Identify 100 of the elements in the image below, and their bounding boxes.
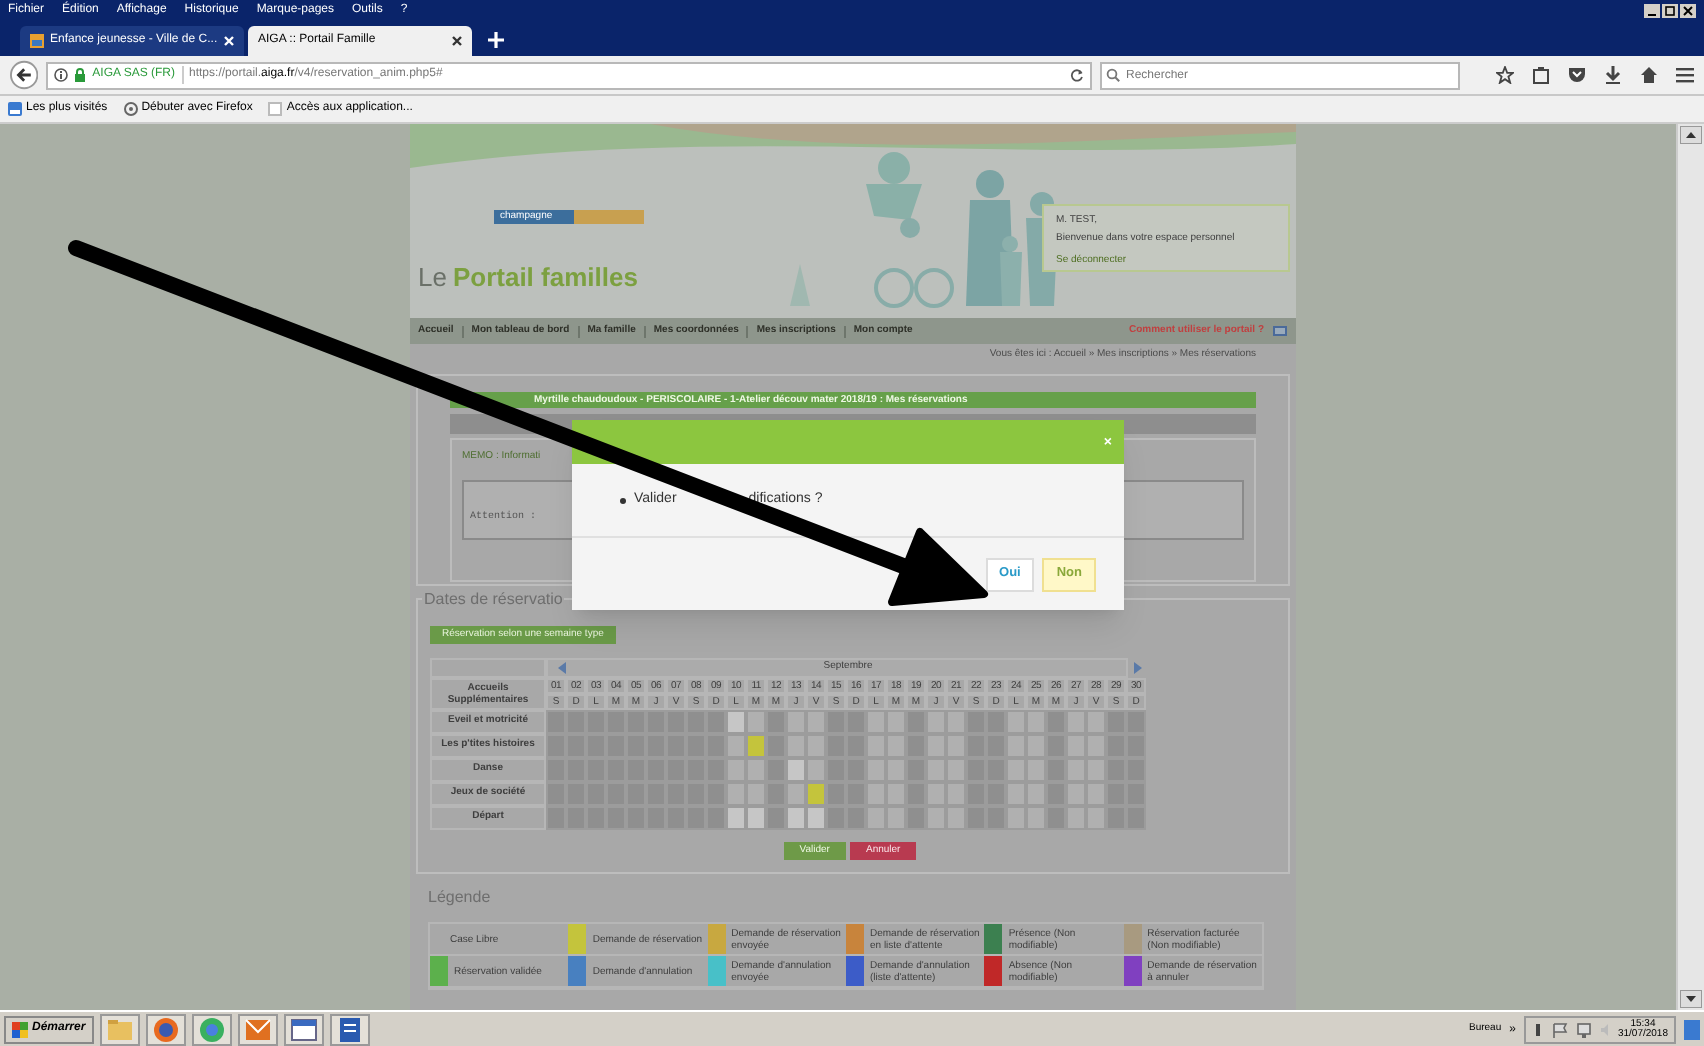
calendar-cell[interactable] bbox=[1026, 782, 1046, 806]
calendar-cell[interactable] bbox=[1126, 710, 1146, 734]
close-icon[interactable] bbox=[452, 36, 462, 46]
calendar-cell[interactable] bbox=[806, 758, 826, 782]
calendar-cell[interactable] bbox=[946, 758, 966, 782]
scroll-up-icon[interactable] bbox=[1680, 126, 1702, 144]
calendar-cell[interactable] bbox=[766, 806, 786, 830]
calendar-cell[interactable] bbox=[1046, 782, 1066, 806]
close-icon[interactable] bbox=[1680, 3, 1696, 17]
download-icon[interactable] bbox=[1604, 66, 1622, 84]
calendar-cell[interactable] bbox=[826, 758, 846, 782]
calendar-cell[interactable] bbox=[966, 734, 986, 758]
calendar-cell[interactable] bbox=[566, 806, 586, 830]
calendar-cell[interactable] bbox=[726, 782, 746, 806]
calendar-cell[interactable] bbox=[906, 710, 926, 734]
calendar-cell[interactable] bbox=[786, 806, 806, 830]
calendar-cell[interactable] bbox=[726, 806, 746, 830]
calendar-cell[interactable] bbox=[1046, 806, 1066, 830]
monitor-icon[interactable] bbox=[1575, 1021, 1592, 1037]
calendar-cell[interactable] bbox=[846, 782, 866, 806]
calendar-cell[interactable] bbox=[566, 710, 586, 734]
calendar-cell[interactable] bbox=[726, 758, 746, 782]
calendar-cell[interactable] bbox=[886, 710, 906, 734]
plus-icon[interactable] bbox=[488, 32, 504, 48]
calendar-cell[interactable] bbox=[1006, 734, 1026, 758]
calendar-cell[interactable] bbox=[906, 734, 926, 758]
calendar-cell[interactable] bbox=[1086, 806, 1106, 830]
calendar-cell[interactable] bbox=[1066, 782, 1086, 806]
scroll-down-icon[interactable] bbox=[1680, 990, 1702, 1008]
calendar-cell[interactable] bbox=[866, 758, 886, 782]
calendar-cell[interactable] bbox=[666, 710, 686, 734]
calendar-cell[interactable] bbox=[546, 782, 566, 806]
calendar-cell[interactable] bbox=[606, 710, 626, 734]
calendar-cell[interactable] bbox=[1026, 734, 1046, 758]
calendar-cell[interactable] bbox=[646, 806, 666, 830]
taskbar-app-button[interactable] bbox=[237, 1013, 278, 1045]
speaker-icon[interactable] bbox=[1599, 1021, 1610, 1037]
calendar-cell[interactable] bbox=[1106, 710, 1126, 734]
calendar-cell[interactable] bbox=[746, 710, 766, 734]
calendar-cell[interactable] bbox=[1126, 734, 1146, 758]
calendar-cell[interactable] bbox=[926, 758, 946, 782]
calendar-cell[interactable] bbox=[806, 806, 826, 830]
star-icon[interactable] bbox=[1496, 66, 1514, 84]
calendar-cell[interactable] bbox=[986, 782, 1006, 806]
calendar-cell[interactable] bbox=[1006, 782, 1026, 806]
calendar-cell[interactable] bbox=[786, 758, 806, 782]
calendar-cell[interactable] bbox=[1066, 758, 1086, 782]
calendar-cell[interactable] bbox=[906, 758, 926, 782]
calendar-cell[interactable] bbox=[846, 734, 866, 758]
calendar-cell[interactable] bbox=[546, 734, 566, 758]
calendar-cell[interactable] bbox=[806, 710, 826, 734]
menu-icon[interactable] bbox=[1676, 66, 1694, 84]
calendar-cell[interactable] bbox=[706, 806, 726, 830]
calendar-cell[interactable] bbox=[686, 710, 706, 734]
calendar-cell[interactable] bbox=[1006, 806, 1026, 830]
calendar-cell[interactable] bbox=[1066, 710, 1086, 734]
calendar-cell[interactable] bbox=[1046, 710, 1066, 734]
calendar-cell[interactable] bbox=[946, 710, 966, 734]
calendar-cell[interactable] bbox=[546, 710, 566, 734]
calendar-cell[interactable] bbox=[1026, 758, 1046, 782]
shield-icon[interactable] bbox=[1568, 66, 1586, 84]
calendar-cell[interactable] bbox=[1106, 758, 1126, 782]
flag-icon[interactable] bbox=[1551, 1021, 1568, 1037]
calendar-cell[interactable] bbox=[886, 806, 906, 830]
next-icon[interactable] bbox=[1130, 660, 1146, 676]
home-icon[interactable] bbox=[1640, 66, 1658, 84]
calendar-cell[interactable] bbox=[606, 806, 626, 830]
calendar-cell[interactable] bbox=[546, 758, 566, 782]
calendar-cell[interactable] bbox=[1006, 710, 1026, 734]
calendar-cell[interactable] bbox=[706, 782, 726, 806]
calendar-cell[interactable] bbox=[1126, 782, 1146, 806]
calendar-cell[interactable] bbox=[906, 782, 926, 806]
calendar-cell[interactable] bbox=[986, 806, 1006, 830]
calendar-cell[interactable] bbox=[766, 758, 786, 782]
calendar-cell[interactable] bbox=[966, 758, 986, 782]
calendar-cell[interactable] bbox=[1106, 782, 1126, 806]
calendar-cell[interactable] bbox=[866, 782, 886, 806]
calendar-cell[interactable] bbox=[706, 710, 726, 734]
calendar-cell[interactable] bbox=[686, 806, 706, 830]
calendar-cell[interactable] bbox=[746, 806, 766, 830]
calendar-cell[interactable] bbox=[746, 734, 766, 758]
calendar-cell[interactable] bbox=[726, 710, 746, 734]
calendar-cell[interactable] bbox=[706, 758, 726, 782]
calendar-cell[interactable] bbox=[846, 758, 866, 782]
calendar-cell[interactable] bbox=[646, 710, 666, 734]
calendar-cell[interactable] bbox=[866, 734, 886, 758]
calendar-cell[interactable] bbox=[746, 758, 766, 782]
calendar-cell[interactable] bbox=[986, 758, 1006, 782]
calendar-cell[interactable] bbox=[666, 806, 686, 830]
taskbar-app-button[interactable] bbox=[191, 1013, 232, 1045]
calendar-cell[interactable] bbox=[1086, 782, 1106, 806]
calendar-cell[interactable] bbox=[826, 710, 846, 734]
calendar-cell[interactable] bbox=[926, 806, 946, 830]
calendar-cell[interactable] bbox=[966, 782, 986, 806]
calendar-cell[interactable] bbox=[1086, 734, 1106, 758]
reload-icon[interactable] bbox=[1070, 68, 1084, 82]
calendar-cell[interactable] bbox=[586, 806, 606, 830]
calendar-cell[interactable] bbox=[926, 734, 946, 758]
calendar-cell[interactable] bbox=[1066, 734, 1086, 758]
calendar-cell[interactable] bbox=[786, 734, 806, 758]
